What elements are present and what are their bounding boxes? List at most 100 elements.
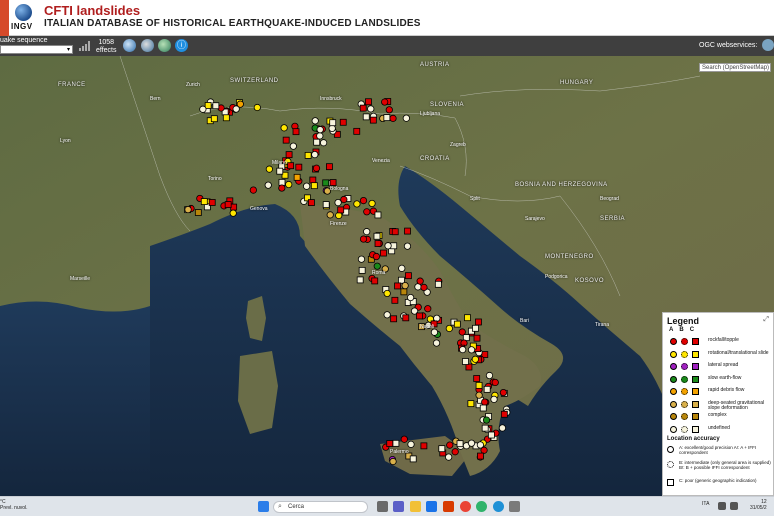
landslide-marker-circle[interactable] (326, 211, 334, 219)
landslide-marker-circle[interactable] (229, 209, 237, 217)
landslide-marker-square[interactable] (434, 280, 442, 288)
landslide-marker-circle[interactable] (253, 103, 261, 112)
landslide-marker-circle[interactable] (334, 198, 342, 207)
landslide-marker-circle[interactable] (383, 289, 391, 298)
landslide-marker-square[interactable] (374, 240, 382, 247)
landslide-marker-circle[interactable] (401, 281, 409, 290)
file-explorer-icon[interactable] (410, 501, 421, 512)
landslide-marker-circle[interactable] (328, 124, 336, 132)
landslide-marker-circle[interactable] (490, 395, 498, 403)
landslide-marker-square[interactable] (292, 128, 300, 136)
landslide-marker-square[interactable] (371, 277, 379, 285)
landslide-marker-square[interactable] (222, 114, 230, 122)
landslide-marker-circle[interactable] (420, 283, 428, 292)
landslide-marker-square[interactable] (293, 173, 301, 181)
landslide-marker-circle[interactable] (467, 346, 476, 354)
taskbar-search[interactable]: ⌕ Cerca (273, 501, 368, 513)
landslide-marker-circle[interactable] (499, 388, 507, 397)
landslide-marker-square[interactable] (483, 385, 491, 393)
sea-layer-button[interactable] (141, 39, 154, 52)
landslide-marker-circle[interactable] (400, 435, 408, 443)
landslide-marker-square[interactable] (473, 334, 481, 342)
landslide-marker-circle[interactable] (303, 182, 311, 190)
teams-icon[interactable] (393, 501, 404, 512)
landslide-marker-square[interactable] (405, 272, 412, 280)
landslide-marker-square[interactable] (356, 276, 364, 284)
landslide-marker-circle[interactable] (340, 195, 348, 204)
landslide-marker-circle[interactable] (363, 208, 371, 216)
map-search-input[interactable]: Search (OpenStreetMap) (699, 63, 771, 72)
landslide-marker-square[interactable] (329, 119, 337, 127)
landslide-marker-circle[interactable] (312, 164, 321, 172)
landslide-marker-circle[interactable] (264, 181, 272, 189)
landslide-marker-square[interactable] (276, 167, 284, 175)
landslide-marker-square[interactable] (462, 358, 469, 365)
landslide-marker-circle[interactable] (383, 311, 391, 319)
landslide-marker-circle[interactable] (476, 441, 484, 449)
landslide-marker-circle[interactable] (424, 305, 432, 313)
landslide-marker-circle[interactable] (498, 424, 507, 432)
landslide-marker-circle[interactable] (367, 105, 375, 113)
landslide-marker-circle[interactable] (249, 186, 257, 194)
landslide-marker-square[interactable] (374, 211, 382, 219)
earth-layer-button[interactable] (123, 39, 136, 52)
wifi-icon[interactable] (718, 502, 726, 510)
language-indicator[interactable]: ITA (702, 501, 709, 507)
windows-start-icon[interactable] (258, 501, 269, 512)
landslide-marker-square[interactable] (481, 424, 489, 432)
landslide-marker-circle[interactable] (445, 453, 453, 461)
office-icon[interactable] (443, 501, 454, 512)
landslide-marker-circle[interactable] (278, 184, 286, 192)
landslide-marker-square[interactable] (488, 431, 495, 439)
landslide-marker-circle[interactable] (407, 440, 415, 448)
landslide-marker-square[interactable] (456, 440, 464, 448)
landslide-marker-square[interactable] (359, 104, 367, 112)
landslide-marker-square[interactable] (353, 127, 361, 135)
landslide-marker-square[interactable] (369, 116, 377, 124)
landslide-marker-square[interactable] (287, 162, 295, 170)
map-view[interactable]: Search (OpenStreetMap) FRANCE SWITZERLAND… (0, 56, 774, 496)
landslide-marker-circle[interactable] (316, 132, 324, 140)
landslide-marker-square[interactable] (475, 381, 483, 389)
landslide-marker-square[interactable] (416, 312, 423, 320)
landslide-marker-circle[interactable] (389, 114, 397, 122)
info-button[interactable]: ⓘ (175, 39, 188, 52)
landslide-marker-circle[interactable] (381, 98, 389, 106)
chrome-icon[interactable] (460, 501, 471, 512)
landslide-marker-square[interactable] (362, 113, 370, 121)
landslide-marker-square[interactable] (210, 115, 218, 123)
landslide-marker-circle[interactable] (451, 448, 459, 456)
weather-widget[interactable]: °C Prevl. nuvol. (0, 499, 28, 511)
landslide-marker-square[interactable] (313, 138, 321, 146)
landslide-marker-square[interactable] (365, 98, 372, 106)
landslide-marker-square[interactable] (465, 363, 473, 371)
landslide-marker-square[interactable] (473, 375, 481, 382)
landslide-marker-square[interactable] (309, 176, 317, 184)
landslide-marker-circle[interactable] (385, 106, 393, 114)
ogc-webservices-icon[interactable] (762, 39, 774, 51)
landslide-marker-circle[interactable] (432, 339, 441, 347)
landslide-marker-square[interactable] (200, 198, 208, 205)
landslide-marker-circle[interactable] (384, 242, 392, 250)
landslide-marker-circle[interactable] (363, 228, 371, 236)
landslide-marker-circle[interactable] (402, 114, 410, 122)
landslide-marker-circle[interactable] (491, 378, 499, 387)
landslide-marker-circle[interactable] (311, 151, 319, 159)
landslide-marker-circle[interactable] (471, 355, 479, 363)
edge-icon[interactable] (493, 501, 504, 512)
landslide-marker-square[interactable] (453, 320, 461, 328)
landslide-marker-circle[interactable] (406, 293, 415, 302)
landslide-marker-circle[interactable] (199, 105, 207, 113)
landslide-marker-square[interactable] (295, 163, 303, 171)
landslide-marker-square[interactable] (420, 442, 428, 450)
landslide-marker-square[interactable] (322, 201, 330, 209)
landslide-marker-square[interactable] (373, 232, 381, 240)
map-canvas[interactable] (0, 56, 774, 496)
landslide-marker-circle[interactable] (357, 255, 366, 263)
landslide-marker-square[interactable] (386, 440, 394, 447)
landslide-marker-square[interactable] (308, 199, 315, 206)
landslide-marker-circle[interactable] (398, 264, 406, 272)
landslide-marker-square[interactable] (467, 400, 475, 408)
landslide-marker-square[interactable] (394, 282, 401, 290)
landslide-marker-square[interactable] (391, 296, 399, 304)
